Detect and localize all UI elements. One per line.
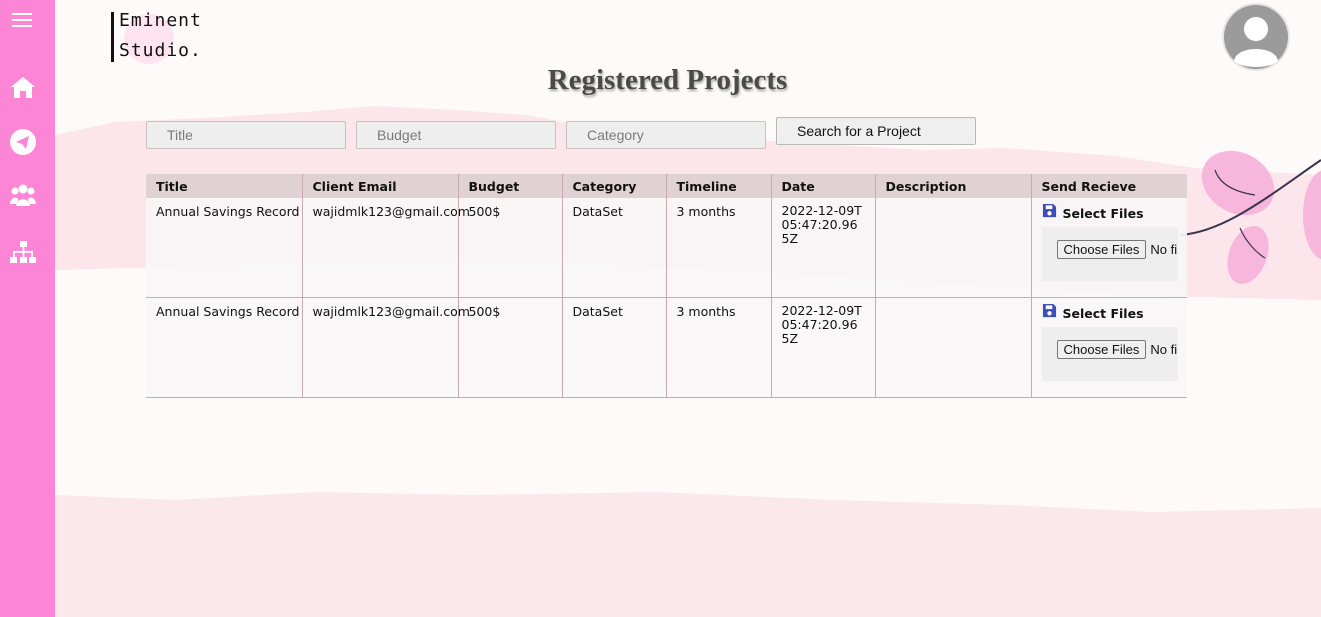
page-title: Registered Projects (547, 64, 788, 96)
table-header-row: Title Client Email Budget Category Timel… (146, 174, 1187, 198)
cell-description (874, 297, 1031, 398)
sitemap-icon[interactable] (10, 240, 36, 266)
file-status-text: No file chosen (1150, 342, 1178, 357)
avatar[interactable] (1222, 3, 1290, 71)
table-row: Annual Savings Record wajidmlk123@gmail.… (146, 297, 1187, 398)
cell-timeline: 3 months (665, 297, 771, 398)
header-description: Description (874, 174, 1031, 198)
user-avatar-icon (1222, 3, 1290, 71)
logo-line-2: Studio. (119, 40, 202, 61)
cell-category: DataSet (561, 198, 666, 298)
header-category: Category (561, 174, 666, 198)
menu-icon[interactable] (10, 9, 36, 35)
header-client-email: Client Email (301, 174, 458, 198)
search-project-button[interactable]: Search for a Project (776, 117, 976, 145)
send-icon[interactable] (10, 129, 36, 155)
cell-title: Annual Savings Record (146, 297, 302, 398)
file-status-text: No file chosen (1150, 242, 1178, 257)
select-files-label: Select Files (1062, 306, 1144, 321)
table-row: Annual Savings Record wajidmlk123@gmail.… (146, 198, 1187, 298)
save-icon[interactable] (1042, 203, 1057, 218)
cell-timeline: 3 months (665, 198, 771, 298)
title-search-input[interactable] (146, 121, 346, 149)
file-upload-box: Choose FilesNo file chosen (1041, 227, 1178, 281)
header-send-recieve: Send Recieve (1030, 174, 1187, 198)
cell-client-email: wajidmlk123@gmail.com (301, 297, 470, 398)
projects-table: Title Client Email Budget Category Timel… (146, 174, 1187, 398)
cell-send-recieve: Select Files Choose FilesNo file chosen (1030, 297, 1187, 398)
cell-date: 2022-12-09T05:47:20.965Z (770, 297, 875, 398)
users-icon[interactable] (10, 182, 36, 208)
logo-line-1: Eminent (119, 10, 202, 31)
select-files-row: Select Files (1042, 303, 1178, 321)
cell-budget: 500$ (457, 198, 562, 298)
save-icon[interactable] (1042, 303, 1057, 318)
header-timeline: Timeline (665, 174, 771, 198)
select-files-label: Select Files (1062, 206, 1144, 221)
choose-files-button[interactable]: Choose Files (1056, 240, 1147, 259)
cell-send-recieve: Select Files Choose FilesNo file chosen (1030, 198, 1187, 298)
header-budget: Budget (457, 174, 562, 198)
cell-client-email: wajidmlk123@gmail.com (301, 198, 470, 298)
category-search-input[interactable] (566, 121, 766, 149)
select-files-row: Select Files (1042, 203, 1178, 221)
choose-files-button[interactable]: Choose Files (1056, 340, 1147, 359)
file-upload-box: Choose FilesNo file chosen (1041, 327, 1178, 381)
budget-search-input[interactable] (356, 121, 556, 149)
cell-date: 2022-12-09T05:47:20.965Z (770, 198, 875, 298)
cell-category: DataSet (561, 297, 666, 398)
header-date: Date (770, 174, 875, 198)
cell-budget: 500$ (457, 297, 562, 398)
cell-description (874, 198, 1031, 298)
logo-bar (111, 12, 114, 62)
header-title: Title (146, 174, 302, 198)
cell-title: Annual Savings Record (146, 198, 302, 298)
